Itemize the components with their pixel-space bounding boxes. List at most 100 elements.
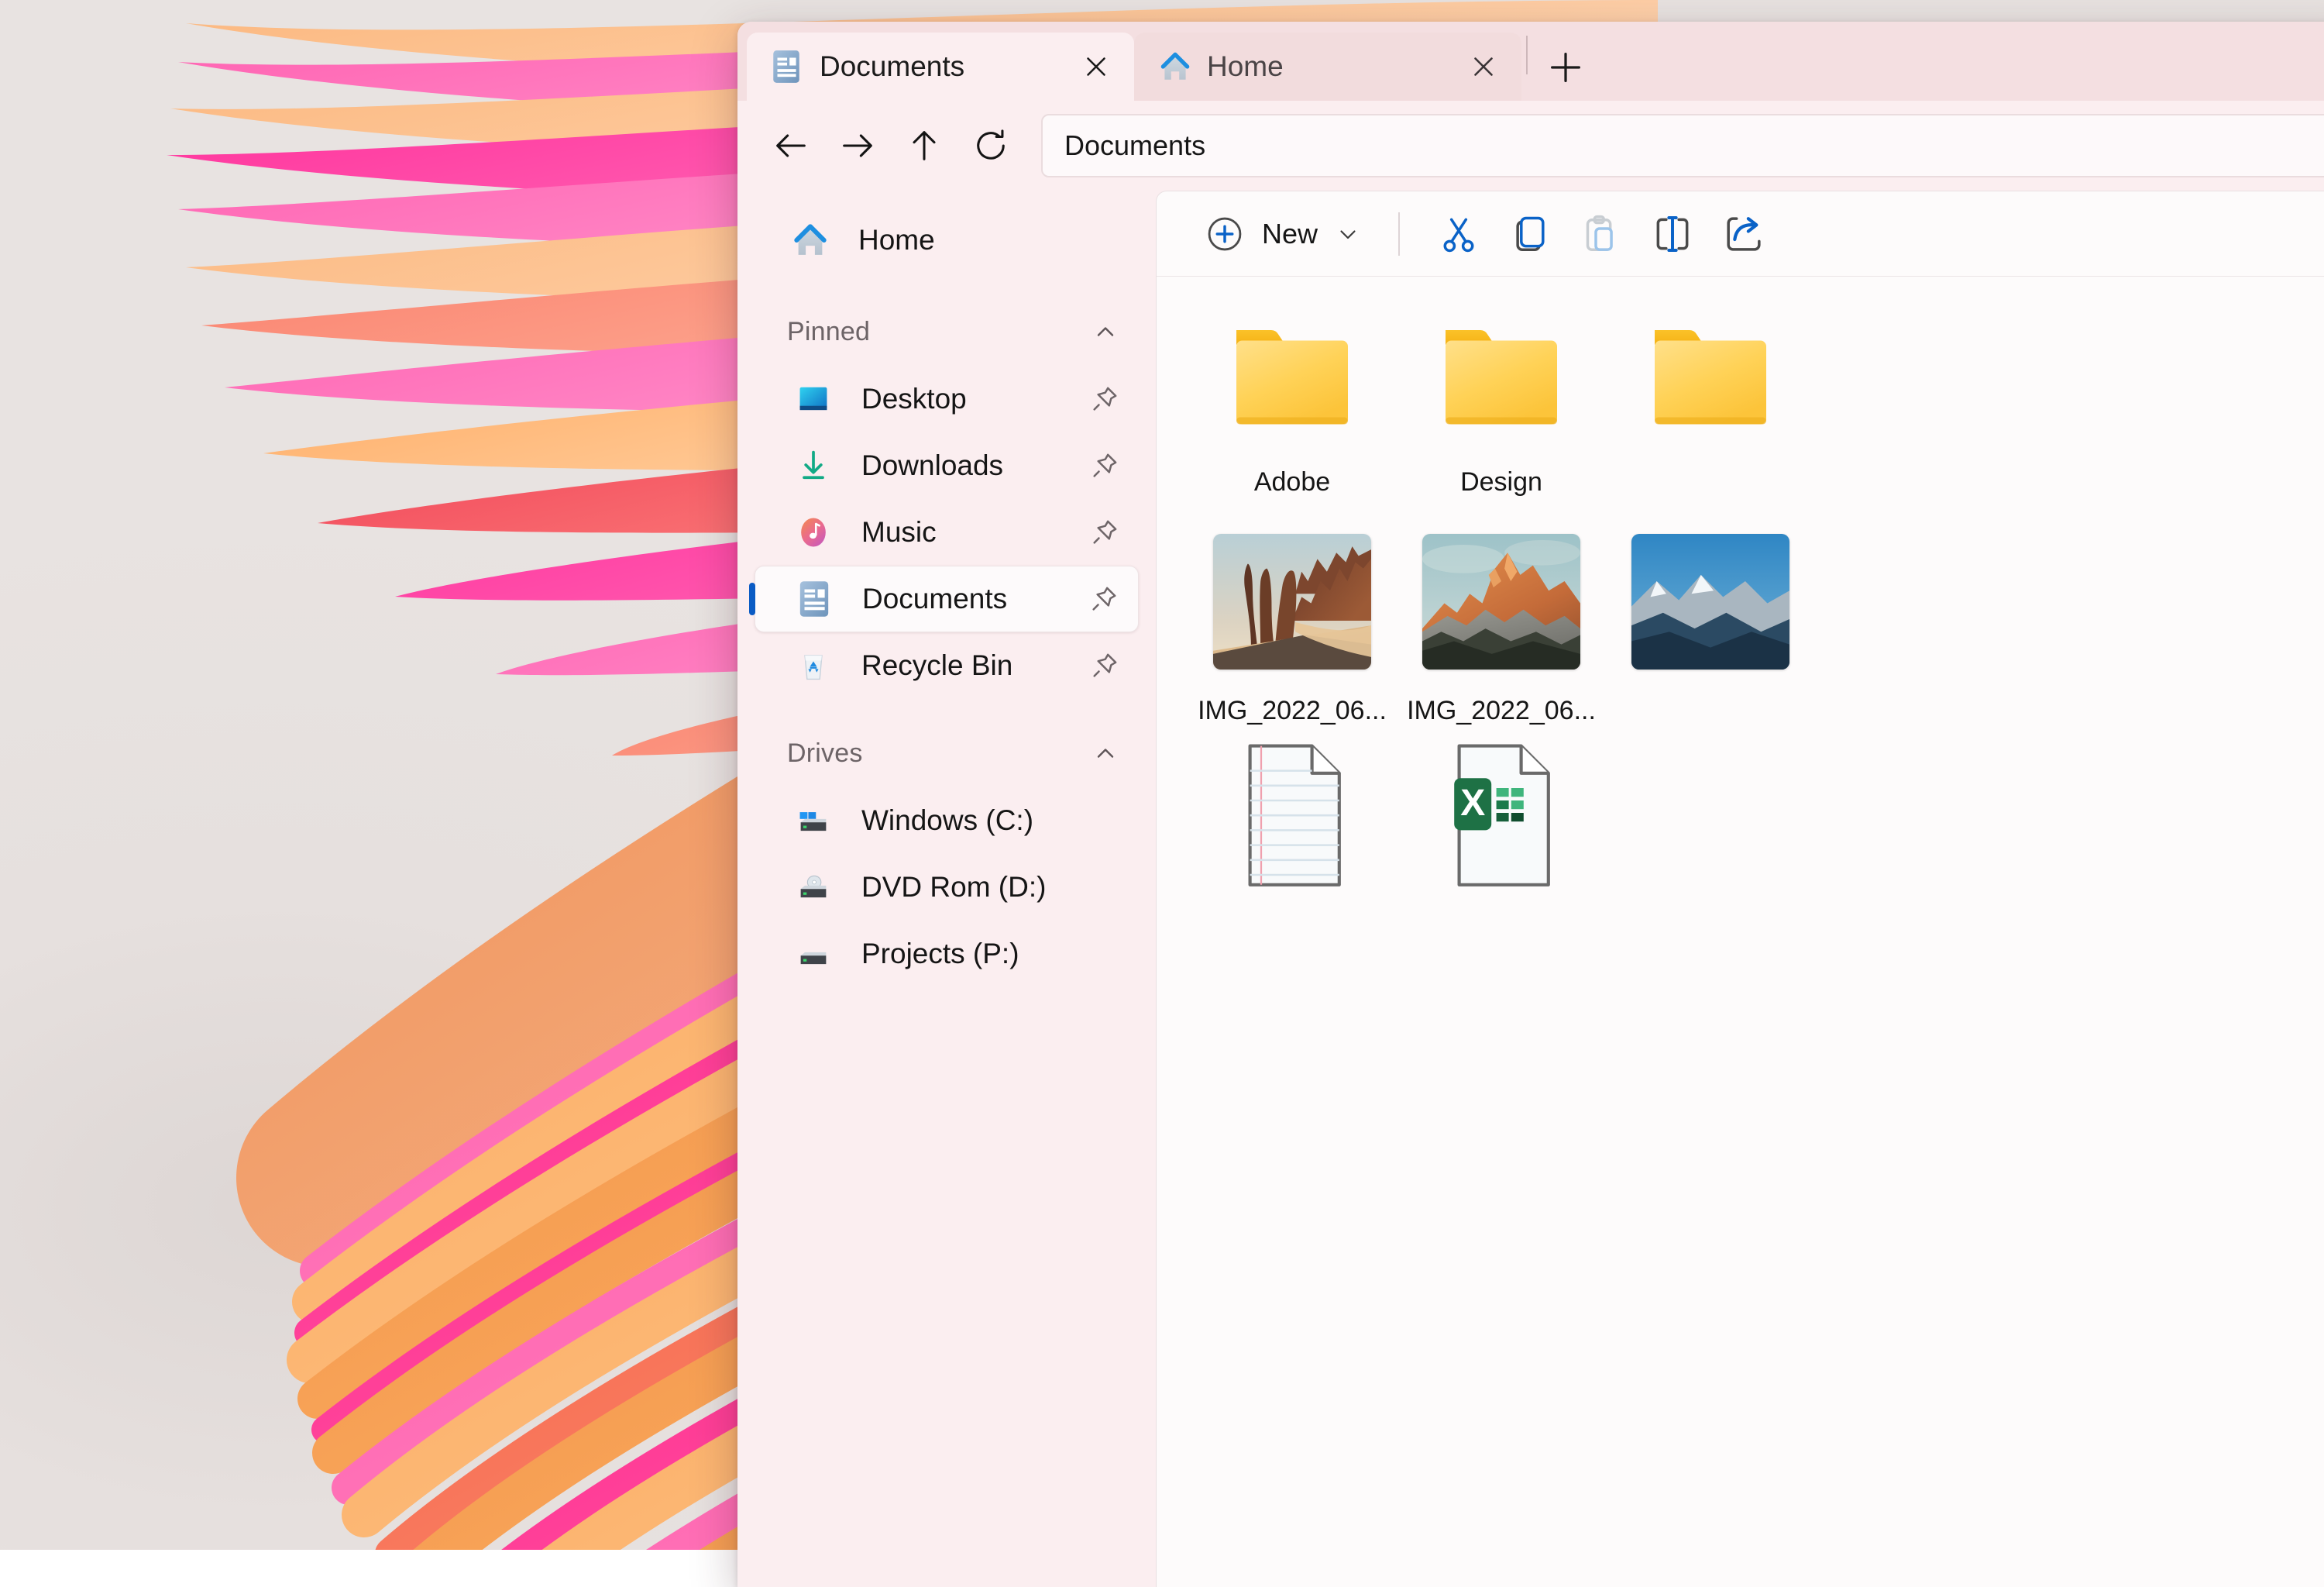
up-button[interactable] [891,115,957,176]
sidebar-item-label: Documents [862,583,1087,615]
file-item[interactable] [1188,745,1397,962]
plus-circle-icon [1205,214,1245,254]
sidebar-item-label: Projects (P:) [861,938,1139,970]
recycle-bin-icon [793,645,834,686]
home-icon [1157,49,1190,84]
tab-divider [1526,36,1528,74]
new-tab-button[interactable] [1538,40,1593,95]
tab-documents[interactable]: Documents [747,33,1134,101]
file-item[interactable]: IMG_2022_06... [1188,528,1397,745]
file-name: Design [1460,467,1542,497]
file-item[interactable]: IMG_2022_06... [1397,528,1606,745]
rename-icon [1651,212,1694,256]
folder-icon [1424,317,1579,441]
sidebar-item-label: Music [861,516,1088,549]
command-bar: New [1157,191,2324,277]
tab-strip: Documents Home [737,22,2324,101]
photo-mountain-icon [1422,534,1580,670]
sidebar-item-music[interactable]: Music [755,499,1139,566]
sidebar-item-downloads[interactable]: Downloads [755,432,1139,499]
navigation-pane: Home Pinned [737,191,1156,1587]
file-name: IMG_2022_06... [1198,696,1387,726]
desktop-icon [793,379,834,419]
pin-icon[interactable] [1088,382,1122,416]
paste-button[interactable] [1566,204,1637,264]
file-list: Adobe Design [1157,277,2324,1587]
sidebar-item-label: Recycle Bin [861,649,1088,682]
group-title: Pinned [787,317,870,347]
share-icon [1722,212,1765,256]
file-explorer-window: Documents Home [737,22,2324,1587]
sidebar-item-home[interactable]: Home [755,203,1139,277]
blank-icon [1633,751,1788,875]
new-button[interactable]: New [1191,205,1375,263]
sidebar-group-pinned[interactable]: Pinned [787,304,1122,360]
chevron-up-icon[interactable] [1089,737,1122,769]
file-item[interactable]: X [1397,745,1606,962]
file-item[interactable]: Adobe [1188,311,1397,528]
sidebar-item-projects-p[interactable]: Projects (P:) [755,921,1139,987]
file-item[interactable] [1606,745,1815,962]
copy-button[interactable] [1494,204,1566,264]
forward-button[interactable] [824,115,891,176]
address-text: Documents [1064,129,1205,162]
sidebar-item-windows-c[interactable]: Windows (C:) [755,787,1139,854]
documents-icon [794,579,834,619]
refresh-button[interactable] [957,115,1024,176]
close-icon[interactable] [1075,46,1117,88]
home-icon [790,220,830,260]
sidebar-item-label: DVD Rom (D:) [861,871,1139,904]
file-name: Adobe [1254,467,1330,497]
sidebar-item-desktop[interactable]: Desktop [755,366,1139,432]
sidebar-item-label: Downloads [861,449,1088,482]
command-divider [1398,212,1400,256]
pin-icon[interactable] [1087,582,1121,616]
photo-alpine-icon [1631,534,1789,670]
navigation-bar: Documents [737,101,2324,191]
sidebar-group-drives[interactable]: Drives [787,725,1122,781]
chevron-down-icon[interactable] [1335,221,1361,247]
address-bar[interactable]: Documents [1041,114,2324,177]
back-button[interactable] [758,115,824,176]
documents-folder-icon [770,49,803,84]
tab-home[interactable]: Home [1134,33,1521,101]
tab-label: Documents [820,50,1058,83]
rename-button[interactable] [1637,204,1708,264]
file-name: IMG_2022_06... [1407,696,1596,726]
folder-icon [1633,317,1788,441]
pin-icon[interactable] [1088,515,1122,549]
group-title: Drives [787,738,863,769]
window-body: Home Pinned [737,191,2324,1587]
cut-button[interactable] [1423,204,1494,264]
copy-icon [1508,212,1552,256]
new-button-label: New [1262,218,1318,250]
dvd-drive-icon [793,867,834,907]
sidebar-item-label: Desktop [861,383,1088,415]
excel-file-icon: X [1424,751,1579,875]
photo-desert-icon [1213,534,1371,670]
file-item[interactable]: Design [1397,311,1606,528]
sidebar-item-documents[interactable]: Documents [755,566,1139,632]
paste-icon [1580,212,1623,256]
chevron-up-icon[interactable] [1089,315,1122,348]
content-pane: New [1156,191,2324,1587]
sidebar-item-recycle-bin[interactable]: Recycle Bin [755,632,1139,699]
pin-icon[interactable] [1088,649,1122,683]
folder-icon [1215,317,1370,441]
file-item[interactable] [1606,528,1815,745]
scissors-icon [1437,212,1480,256]
windows-drive-icon [793,800,834,841]
downloads-icon [793,446,834,486]
sidebar-item-label: Windows (C:) [861,804,1139,837]
pin-icon[interactable] [1088,449,1122,483]
share-button[interactable] [1708,204,1779,264]
svg-text:X: X [1460,783,1485,824]
hard-drive-icon [793,934,834,974]
music-icon [793,512,834,553]
text-file-icon [1215,751,1370,875]
tab-label: Home [1207,50,1446,83]
close-icon[interactable] [1463,46,1504,88]
file-item[interactable] [1606,311,1815,528]
sidebar-item-label: Home [858,224,1139,256]
sidebar-item-dvd-rom-d[interactable]: DVD Rom (D:) [755,854,1139,921]
